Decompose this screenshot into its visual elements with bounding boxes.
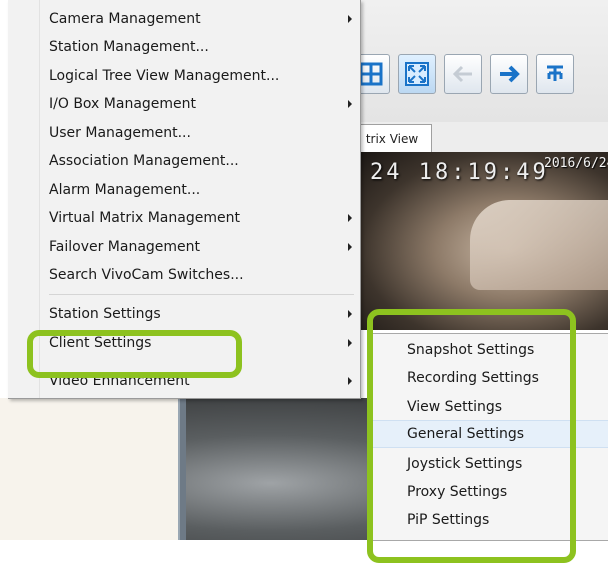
menu-item-alarm-management[interactable]: Alarm Management... (49, 176, 360, 204)
submenu-arrow-icon (348, 377, 352, 385)
menu-item-user-management[interactable]: User Management... (49, 119, 360, 147)
menu-item-label: Association Management... (49, 153, 239, 169)
menu-item-camera-management[interactable]: Camera Management (49, 5, 360, 33)
menu-item-label: Station Settings (49, 306, 161, 322)
submenu-arrow-icon (348, 214, 352, 222)
forward-arrow-icon[interactable] (490, 54, 528, 94)
toolbar (352, 0, 608, 122)
menu-item-failover-management[interactable]: Failover Management (49, 233, 360, 261)
menu-item-label: Alarm Management... (49, 182, 201, 198)
video-scene (470, 200, 608, 290)
back-arrow-icon[interactable] (444, 54, 482, 94)
submenu-arrow-icon (348, 310, 352, 318)
tab-matrix-view-label: trix View (365, 132, 419, 146)
submenu-arrow-icon (348, 100, 352, 108)
menu-separator (49, 294, 354, 295)
menu-item-label: I/O Box Management (49, 96, 197, 112)
menu-item-label: Logical Tree View Management... (49, 68, 280, 84)
menu-item-virtual-matrix-management[interactable]: Virtual Matrix Management (49, 204, 360, 232)
submenu-arrow-icon (348, 339, 352, 347)
menu-item-association-management[interactable]: Association Management... (49, 147, 360, 175)
submenu-arrow-icon (348, 15, 352, 23)
menu-item-label: Station Management... (49, 39, 209, 55)
fullscreen-icon[interactable] (398, 54, 436, 94)
menu-item-label: User Management... (49, 125, 191, 141)
submenu-arrow-icon (348, 243, 352, 251)
menu-item-label: Search VivoCam Switches... (49, 267, 244, 283)
menu-item-label: Camera Management (49, 11, 201, 27)
menu-item-io-box-management[interactable]: I/O Box Management (49, 90, 360, 118)
menu-item-search-vivocam-switches[interactable]: Search VivoCam Switches... (49, 261, 360, 289)
menu-item-label: Virtual Matrix Management (49, 210, 240, 226)
pin-icon[interactable] (536, 54, 574, 94)
menu-item-station-settings[interactable]: Station Settings (49, 300, 360, 328)
submenu-highlight (367, 309, 576, 563)
video-date: 2016/6/24 (544, 156, 608, 171)
menu-item-label: Failover Management (49, 239, 201, 255)
side-panel (0, 398, 180, 540)
client-settings-highlight (27, 330, 242, 378)
tab-matrix-view[interactable]: trix View (352, 124, 432, 153)
menu-item-station-management[interactable]: Station Management... (49, 33, 360, 61)
video-timestamp: 24 18:19:49 (370, 160, 549, 185)
menu-item-logical-tree-view-management[interactable]: Logical Tree View Management... (49, 62, 360, 90)
